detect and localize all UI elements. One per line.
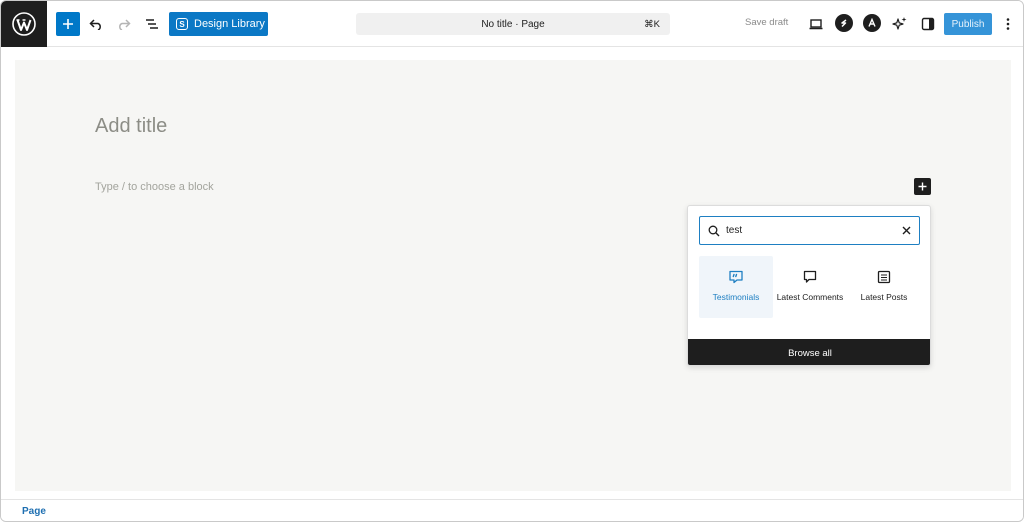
wordpress-logo-icon[interactable] [1,1,47,47]
design-library-icon: S [176,18,188,30]
document-overview-button[interactable] [140,12,164,36]
block-result-label: Latest Posts [860,292,908,302]
stackable-icon[interactable] [835,14,853,32]
block-result-testimonials[interactable]: Testimonials [699,256,773,318]
ai-assistant-button[interactable] [888,12,912,36]
paragraph-placeholder[interactable]: Type / to choose a block [95,181,214,193]
undo-button[interactable] [84,12,108,36]
search-icon [708,225,720,236]
redo-icon [119,19,131,30]
plus-icon [918,182,927,191]
save-draft-button[interactable]: Save draft [745,17,788,28]
document-title-bar[interactable]: No title · Page ⌘K [356,13,670,35]
command-palette-shortcut: ⌘K [644,18,660,30]
publish-button[interactable]: Publish [944,13,992,35]
block-result-label: Testimonials [712,292,760,302]
post-list-icon [877,270,891,284]
post-title-placeholder[interactable]: Add title [95,115,167,138]
editor-footer: Page [1,499,1023,521]
document-title: No title · Page [481,18,545,30]
desktop-preview-icon [809,19,823,30]
settings-sidebar-button[interactable] [916,12,940,36]
design-library-label: Design Library [194,18,265,30]
settings-sidebar-icon [921,17,935,31]
block-result-latest-posts[interactable]: Latest Posts [847,256,921,318]
undo-icon [89,19,101,30]
breadcrumb-page[interactable]: Page [22,506,46,517]
block-result-label: Latest Comments [776,292,844,302]
comment-icon [803,270,817,283]
plus-icon [63,19,73,29]
editor-window: S Design Library No title · Page ⌘K Save… [0,0,1024,522]
close-icon [902,226,910,234]
block-search-field[interactable] [699,216,920,245]
block-search-results: Testimonials Latest Comments Latest Post… [699,256,921,318]
block-inserter-popover: Testimonials Latest Comments Latest Post… [687,205,931,366]
document-overview-icon [146,19,158,29]
inline-add-block-button[interactable] [914,178,931,195]
block-search-input[interactable] [726,225,886,236]
testimonial-quote-icon [729,270,743,284]
spectra-icon[interactable] [863,14,881,32]
preview-button[interactable] [804,12,828,36]
clear-search-button[interactable] [900,224,912,236]
redo-button[interactable] [112,12,136,36]
design-library-button[interactable]: S Design Library [169,12,268,36]
browse-all-button[interactable]: Browse all [688,339,930,365]
more-options-icon [1006,18,1010,30]
block-result-latest-comments[interactable]: Latest Comments [773,256,847,318]
more-options-button[interactable] [996,12,1020,36]
editor-header: S Design Library No title · Page ⌘K Save… [1,1,1023,47]
block-inserter-toggle-button[interactable] [56,12,80,36]
ai-sparkle-icon [892,17,907,30]
